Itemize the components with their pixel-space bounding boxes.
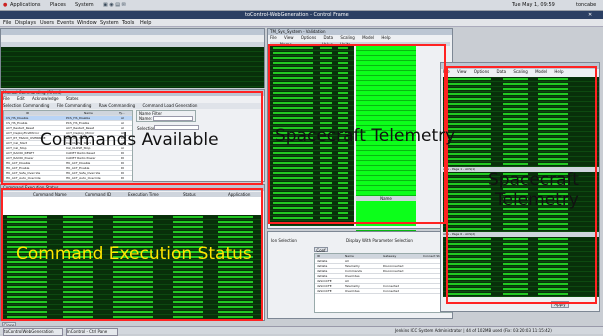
connection-window: Ion Selection Display With Parameter Sel… [267,231,453,319]
connection-table-rows: ilsData All ilsData Telemetry Disconnected il… [315,259,451,294]
column-gateway[interactable]: Gateway [383,254,396,258]
window-title: toControl-WebGeneration - Control Frame [245,12,349,18]
foot-icon[interactable]: ● [3,2,7,8]
applications-menu[interactable]: Applications [10,2,41,8]
table-cell: Disconnected [383,264,404,268]
menu-window[interactable]: Window [77,20,97,26]
telemetry-menu-file[interactable]: File [270,35,277,40]
main-titlebar: toControl-WebGeneration - Control Frame … [0,11,603,19]
menu-tools[interactable]: Tools [122,20,134,26]
menu-displays[interactable]: Displays [15,20,36,26]
commands-available-label: Commands Available [40,130,219,150]
table-cell: ilsSimCFE [317,289,332,293]
table-cell: ilsSimCFE [317,284,332,288]
table-cell: ilsSimCFE [317,279,332,283]
table-cell: Connected [383,289,400,293]
telemetry-menu-data[interactable]: Data [323,35,333,40]
taskbar-item-ctrl-pane[interactable]: InControl - Ctrl Pane [66,328,118,336]
places-menu[interactable]: Places [50,2,66,8]
tab-conf[interactable]: Conf [314,247,328,253]
close-icon[interactable]: ✕ [588,12,592,18]
telemetry-menu-help[interactable]: Help [381,35,390,40]
status-text: Jenkins ICC System Administrator | 44 of… [395,328,552,333]
telemetry-menu-scaling[interactable]: Scaling [340,35,355,40]
menu-users[interactable]: Users [40,20,54,26]
table-cell: Overrides [345,274,360,278]
column-name[interactable]: Name [345,254,354,258]
table-cell: Overrides [345,289,360,293]
table-cell: ilsData [317,269,328,273]
table-cell: Telemetry [345,284,360,288]
taskbar: toControlWebGeneration InControl - Ctrl … [0,326,603,336]
table-cell: Commands [345,269,362,273]
event-log-menu [1,35,264,42]
user-name[interactable]: toncabe [576,2,596,8]
list-item[interactable] [1,82,264,87]
event-log-list[interactable] [1,47,264,88]
table-cell: Disconnected [383,269,404,273]
spacecraft-telemetry-label: Spacecraft Telemetry [275,126,456,146]
telemetry-menu-view[interactable]: View [284,35,294,40]
menu-events[interactable]: Events [57,20,74,26]
taskbar-item-webgen[interactable]: toControlWebGeneration [3,328,63,336]
system-top-bar: ● Applications Places System ▣ ◉ ▤ ✉ Tue… [0,0,603,11]
table-cell: ilsData [317,274,328,278]
connection-table[interactable]: ID Name Gateway Connect Status ilsData Al… [314,253,452,313]
launcher-icons[interactable]: ▣ ◉ ▤ ✉ [103,2,126,8]
telemetry-menu: File View Options Data Scaling Model Hel… [270,35,450,41]
table-row[interactable]: ilsSimCFE Overrides Connected [315,289,451,294]
spacecraft-telemetry-right-label-2: Telemetry [495,190,579,210]
display-parameter-label: Display With Parameter Selection [346,238,413,243]
table-cell: All [345,279,349,283]
telemetry-menu-options[interactable]: Options [301,35,316,40]
spacecraft-telemetry-right-label-1: Spacecraft [488,170,579,190]
system-menu[interactable]: System [75,2,94,8]
table-cell: All [345,259,349,263]
telemetry-menu-model[interactable]: Model [362,35,374,40]
table-cell: ilsData [317,259,328,263]
menu-help[interactable]: Help [140,20,151,26]
command-execution-status-label: Command Execution Status [16,244,252,264]
ion-selection-label: Ion Selection [271,238,297,243]
table-cell: ilsData [317,264,328,268]
column-id[interactable]: ID [317,254,320,258]
main-menubar: File Displays Users Events Window System… [0,19,603,27]
menu-file[interactable]: File [3,20,11,26]
event-log-window [0,28,265,88]
table-cell: Telemetry [345,264,360,268]
menu-system[interactable]: System [100,20,119,26]
table-cell: Connected [383,284,400,288]
clock[interactable]: Tue May 1, 09:59 [512,2,555,8]
